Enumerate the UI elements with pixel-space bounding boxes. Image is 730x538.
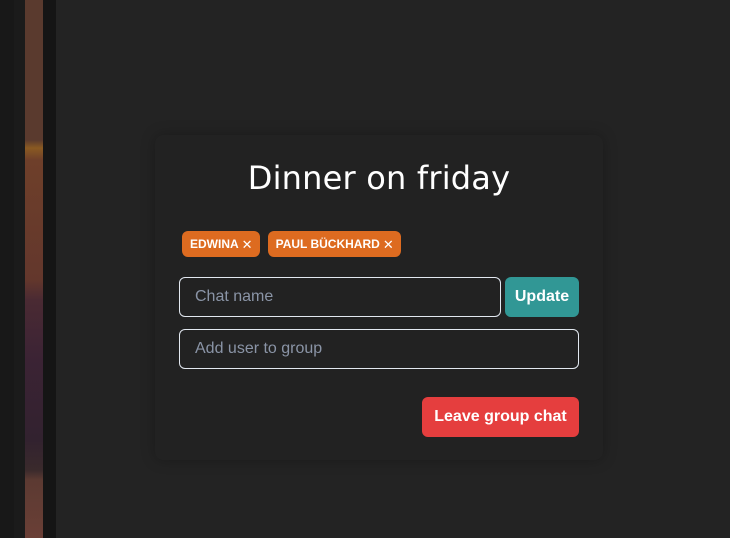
background-divider — [43, 0, 56, 538]
chat-name-input[interactable] — [179, 277, 501, 317]
member-tags: EDWINA ✕ PAUL BÜCKHARD ✕ — [182, 231, 401, 257]
update-button[interactable]: Update — [505, 277, 579, 317]
add-user-input[interactable] — [179, 329, 579, 369]
modal-title: Dinner on friday — [247, 159, 511, 197]
member-tag-paul[interactable]: PAUL BÜCKHARD ✕ — [267, 231, 401, 257]
member-tag-edwina[interactable]: EDWINA ✕ — [182, 231, 260, 257]
close-icon[interactable]: ✕ — [383, 238, 394, 251]
background-edge — [0, 0, 14, 538]
group-chat-modal: Dinner on friday EDWINA ✕ PAUL BÜCKHARD … — [155, 135, 603, 460]
background-image — [25, 0, 43, 538]
background-image-strip — [14, 0, 56, 538]
member-tag-label: PAUL BÜCKHARD — [275, 237, 380, 251]
close-icon[interactable]: ✕ — [242, 238, 253, 251]
leave-group-button[interactable]: Leave group chat — [422, 397, 579, 437]
member-tag-label: EDWINA — [190, 237, 239, 251]
app-stage: Dinner on friday EDWINA ✕ PAUL BÜCKHARD … — [0, 0, 730, 538]
